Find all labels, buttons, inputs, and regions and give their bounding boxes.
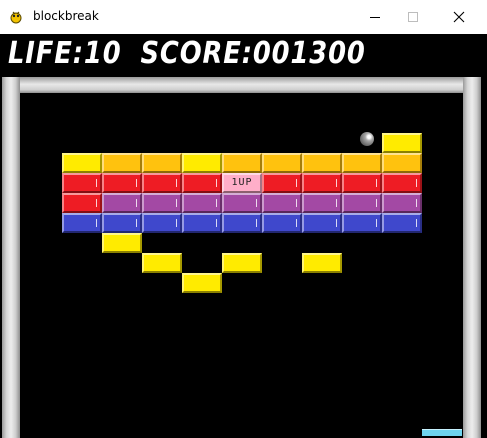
- brick: [342, 213, 382, 233]
- ball: [360, 132, 374, 146]
- brick-highlight: [256, 219, 257, 227]
- top-wall: [20, 77, 463, 93]
- brick: [62, 153, 102, 173]
- brick-highlight: [176, 199, 177, 207]
- brick-highlight: [296, 179, 297, 187]
- brick-highlight: [216, 179, 217, 187]
- hud-bar: LIFE:10 SCORE:001300: [0, 34, 487, 75]
- brick: [182, 213, 222, 233]
- maximize-button[interactable]: [390, 0, 436, 34]
- brick: [142, 173, 182, 193]
- brick: [302, 193, 342, 213]
- brick-highlight: [176, 179, 177, 187]
- brick-highlight: [136, 199, 137, 207]
- brick: [342, 153, 382, 173]
- brick: [342, 193, 382, 213]
- brick: [142, 253, 182, 273]
- brick: [302, 173, 342, 193]
- brick-highlight: [256, 199, 257, 207]
- brick: [62, 173, 102, 193]
- brick-highlight: [296, 199, 297, 207]
- brick: [182, 273, 222, 293]
- brick-highlight: [416, 199, 417, 207]
- brick-highlight: [336, 219, 337, 227]
- brick-highlight: [376, 199, 377, 207]
- brick: [102, 173, 142, 193]
- life-value: 10: [83, 36, 122, 71]
- brick: [382, 193, 422, 213]
- brick-highlight: [416, 219, 417, 227]
- brick: [262, 213, 302, 233]
- score-label: SCORE:: [140, 36, 253, 71]
- brick: [222, 253, 262, 273]
- brick: [182, 193, 222, 213]
- brick: [302, 213, 342, 233]
- playfield: 1UP: [0, 75, 487, 438]
- brick-highlight: [376, 179, 377, 187]
- brick: [302, 153, 342, 173]
- brick-highlight: [96, 179, 97, 187]
- window-title: blockbreak: [33, 9, 99, 23]
- brick: [182, 173, 222, 193]
- brick-highlight: [336, 199, 337, 207]
- brick-highlight: [216, 199, 217, 207]
- brick: [382, 153, 422, 173]
- brick: [342, 173, 382, 193]
- brick: [142, 193, 182, 213]
- brick: [102, 193, 142, 213]
- brick-highlight: [176, 219, 177, 227]
- close-button[interactable]: [436, 0, 482, 34]
- brick-highlight: [136, 179, 137, 187]
- brick: [262, 153, 302, 173]
- close-icon: [453, 11, 465, 23]
- brick: [262, 173, 302, 193]
- brick: [142, 153, 182, 173]
- minimize-icon: [369, 16, 380, 18]
- maximize-icon: [407, 11, 418, 22]
- brick-highlight: [216, 219, 217, 227]
- brick: [222, 213, 262, 233]
- brick: [302, 253, 342, 273]
- brick-highlight: [336, 179, 337, 187]
- brick: [182, 153, 222, 173]
- right-wall: [463, 77, 481, 438]
- hud-text: LIFE:10 SCORE:001300: [8, 36, 366, 72]
- powerup-brick: 1UP: [222, 173, 262, 193]
- brick-highlight: [96, 219, 97, 227]
- brick: [62, 213, 102, 233]
- title-bar: blockbreak: [0, 0, 487, 34]
- powerup-label: 1UP: [231, 177, 253, 188]
- score-value: 001300: [252, 36, 366, 71]
- pygame-snake-icon: [10, 11, 22, 24]
- brick: [382, 173, 422, 193]
- brick: [102, 153, 142, 173]
- paddle: [422, 429, 462, 436]
- brick: [222, 193, 262, 213]
- left-wall: [2, 77, 20, 438]
- brick-highlight: [416, 179, 417, 187]
- arena: 1UP: [20, 93, 463, 438]
- brick: [382, 213, 422, 233]
- life-label: LIFE:: [8, 36, 84, 71]
- brick: [382, 133, 422, 153]
- brick-highlight: [296, 219, 297, 227]
- brick-highlight: [136, 219, 137, 227]
- brick: [262, 193, 302, 213]
- brick-highlight: [376, 219, 377, 227]
- brick: [62, 193, 102, 213]
- brick-highlight: [96, 199, 97, 207]
- brick: [102, 213, 142, 233]
- brick: [142, 213, 182, 233]
- brick: [102, 233, 142, 253]
- brick: [222, 153, 262, 173]
